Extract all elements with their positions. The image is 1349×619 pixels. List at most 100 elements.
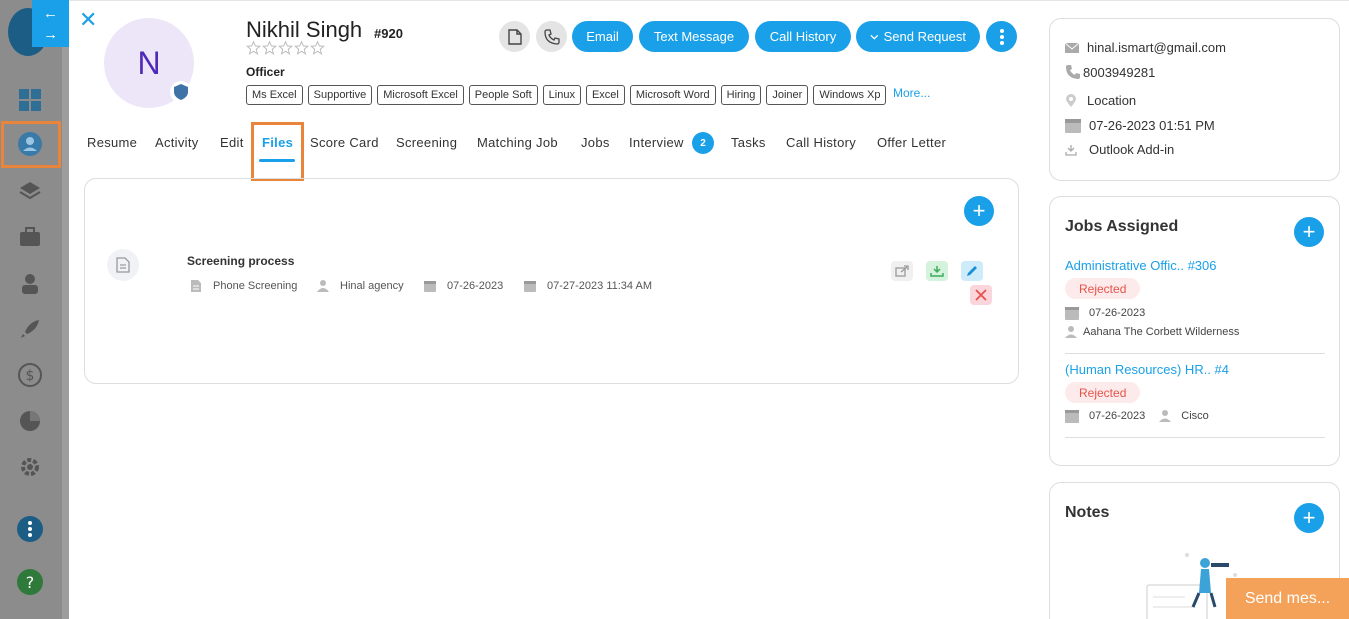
rocket-icon (17, 316, 43, 342)
file-title: Screening process (187, 254, 295, 268)
email-button[interactable]: Email (572, 21, 633, 52)
mail-icon (1065, 42, 1079, 53)
star-icon[interactable] (278, 41, 293, 55)
file-date: 07-26-2023 (423, 279, 503, 293)
file-owner: Hinal agency (316, 279, 404, 293)
phone-button[interactable] (536, 21, 567, 52)
skill-tag: People Soft (468, 85, 538, 105)
chat-send-message-button[interactable]: Send mes... (1226, 578, 1349, 619)
outlook-addin-text: Outlook Add-in (1089, 142, 1175, 157)
close-icon[interactable]: ✕ (79, 9, 101, 31)
contact-email[interactable]: hinal.ismart@gmail.com (1065, 40, 1226, 55)
job-company-text: Aahana The Corbett Wilderness (1083, 326, 1240, 338)
star-icon[interactable] (262, 41, 277, 55)
file-type: Phone Screening (189, 279, 297, 293)
more-skills-link[interactable]: More... (893, 86, 930, 100)
skill-tag: Microsoft Excel (377, 85, 464, 105)
dashboard-icon (17, 87, 43, 113)
kebab-icon (999, 28, 1004, 45)
person-icon (17, 270, 43, 296)
briefcase-icon (17, 224, 43, 250)
download-icon (1065, 144, 1077, 156)
more-actions-button[interactable] (986, 21, 1017, 52)
divider (1065, 437, 1325, 438)
contact-email-text: hinal.ismart@gmail.com (1087, 40, 1226, 55)
star-icon[interactable] (310, 41, 325, 55)
job-link[interactable]: (Human Resources) HR.. #4 (1065, 362, 1229, 377)
candidate-title: Officer (246, 65, 285, 79)
job-company: Aahana The Corbett Wilderness (1065, 325, 1239, 339)
job-link[interactable]: Administrative Offic.. #306 (1065, 258, 1217, 273)
tab-resume[interactable]: Resume (87, 135, 137, 150)
candidate-id: #920 (374, 26, 403, 41)
tab-jobs[interactable]: Jobs (581, 135, 610, 150)
background-sidebar: $ ? (0, 0, 62, 619)
candidate-drawer: ✕ N Nikhil Singh #920 Officer Ms Excel S… (69, 0, 1349, 619)
skill-tag: Supportive (307, 85, 373, 105)
star-icon[interactable] (246, 41, 261, 55)
status-badge: Rejected (1065, 382, 1141, 403)
text-message-button[interactable]: Text Message (639, 21, 749, 52)
phone-icon (1066, 65, 1080, 79)
contact-datetime: 07-26-2023 01:51 PM (1065, 118, 1215, 133)
arrow-right-icon[interactable]: → (43, 26, 58, 43)
rating-stars[interactable] (246, 41, 325, 55)
tab-score-card[interactable]: Score Card (310, 135, 379, 150)
tab-screening[interactable]: Screening (396, 135, 457, 150)
status-badge: Rejected (1065, 278, 1141, 299)
document-icon (507, 28, 522, 45)
file-owner-label: Hinal agency (340, 280, 404, 292)
skill-tag: Microsoft Word (629, 85, 716, 105)
settings-icon (17, 454, 43, 480)
skill-tag: Joiner (766, 85, 809, 105)
candidate-name: Nikhil Singh (246, 17, 363, 42)
add-file-button[interactable]: + (964, 196, 994, 226)
close-icon (975, 289, 987, 301)
arrow-left-icon[interactable]: ← (43, 5, 58, 22)
calendar-icon (1065, 119, 1081, 133)
file-date-label: 07-26-2023 (447, 280, 504, 292)
star-icon[interactable] (294, 41, 309, 55)
svg-text:$: $ (26, 368, 35, 384)
contact-datetime-text: 07-26-2023 01:51 PM (1089, 118, 1215, 133)
job-date: 07-26-2023 (1065, 306, 1145, 320)
chevron-down-icon (870, 34, 879, 40)
delete-file-button[interactable] (970, 285, 992, 305)
contact-location: Location (1065, 93, 1136, 108)
help-icon: ? (17, 569, 43, 595)
user-icon (317, 280, 329, 292)
tab-matching-job[interactable]: Matching Job (477, 135, 558, 150)
document-button[interactable] (499, 21, 530, 52)
add-note-button[interactable]: + (1294, 503, 1324, 533)
tab-call-history[interactable]: Call History (786, 135, 856, 150)
call-history-button[interactable]: Call History (755, 21, 851, 52)
add-job-button[interactable]: + (1294, 217, 1324, 247)
job-date: 07-26-2023 Cisco (1065, 409, 1209, 423)
edit-file-button[interactable] (961, 261, 983, 281)
location-pin-icon (1066, 93, 1076, 107)
tab-tasks[interactable]: Tasks (731, 135, 766, 150)
tab-edit[interactable]: Edit (220, 135, 244, 150)
skills-list: Ms Excel Supportive Microsoft Excel Peop… (246, 85, 887, 105)
dollar-icon: $ (17, 362, 43, 388)
send-request-button[interactable]: Send Request (856, 21, 980, 52)
drawer-nav-arrows[interactable]: ← → (32, 0, 69, 47)
contact-phone[interactable]: 8003949281 (1065, 64, 1155, 80)
skill-tag: Ms Excel (246, 85, 303, 105)
layers-icon (17, 178, 43, 204)
notes-title: Notes (1065, 504, 1110, 521)
phone-icon (543, 28, 560, 45)
outlook-addin-link[interactable]: Outlook Add-in (1065, 142, 1174, 157)
tab-activity[interactable]: Activity (155, 135, 199, 150)
share-button[interactable] (891, 261, 913, 281)
file-datetime: 07-27-2023 11:34 AM (523, 279, 652, 293)
tab-offer-letter[interactable]: Offer Letter (877, 135, 946, 150)
tab-interview[interactable]: Interview (629, 135, 684, 150)
more-menu-icon (17, 516, 43, 542)
share-icon (895, 265, 909, 277)
interview-count-badge: 2 (692, 132, 714, 154)
download-button[interactable] (926, 261, 948, 281)
pie-chart-icon (17, 408, 43, 434)
job-date-text: 07-26-2023 (1089, 410, 1146, 422)
calendar-icon (1065, 410, 1079, 423)
